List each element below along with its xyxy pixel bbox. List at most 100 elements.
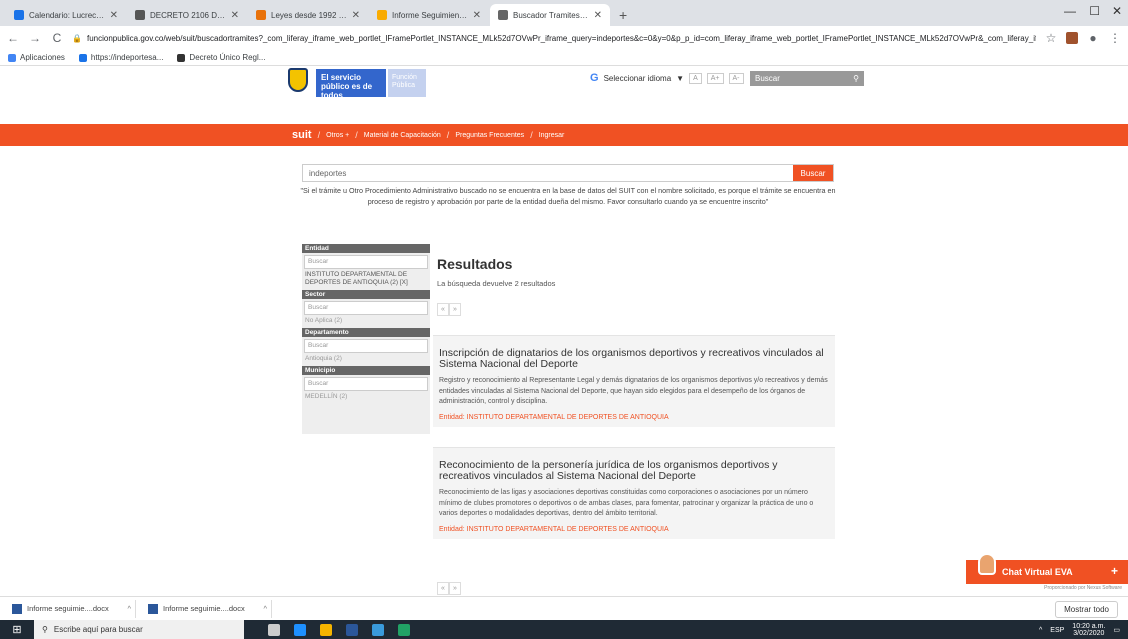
result-title[interactable]: Inscripción de dignatarios de los organi…: [439, 348, 829, 370]
language-selector[interactable]: G Seleccionar idioma ▼ A A+ A-: [590, 72, 744, 84]
google-translate-icon: G: [590, 72, 599, 84]
filter-value[interactable]: Antioquia (2): [302, 354, 430, 366]
clock-time: 10:20 a.m.: [1072, 623, 1106, 630]
nav-item-login[interactable]: Ingresar: [539, 132, 565, 139]
show-all-downloads-button[interactable]: Mostrar todo: [1055, 601, 1118, 618]
download-filename: Informe seguimie....docx: [27, 604, 109, 613]
address-bar-row: ← → C 🔒 funcionpublica.gov.co/web/suit/b…: [0, 26, 1128, 50]
taskbar-app-icon[interactable]: [268, 623, 280, 636]
tab-title: Calendario: Lucrecia Londoño B.: [29, 10, 105, 20]
tab-title: Informe Seguimiento Verificacion: [392, 10, 468, 20]
profile-icon[interactable]: ●: [1086, 31, 1100, 45]
browser-tab[interactable]: Informe Seguimiento Verificacion ✕: [369, 4, 489, 26]
text-size-decrease-button[interactable]: A-: [728, 72, 744, 84]
minimize-icon[interactable]: —: [1064, 4, 1076, 18]
entity-logo-text[interactable]: Función Pública: [388, 69, 426, 97]
chevron-up-icon[interactable]: ^: [127, 604, 131, 613]
notifications-icon[interactable]: ▭: [1113, 626, 1120, 634]
taskbar-app-icon[interactable]: [372, 623, 384, 636]
back-icon[interactable]: ←: [6, 31, 20, 45]
pager-next-button[interactable]: »: [449, 582, 461, 595]
search-icon[interactable]: ⚲: [853, 74, 859, 83]
chat-expand-icon[interactable]: +: [1111, 564, 1118, 578]
bookmarks-bar: Aplicaciones https://indeportesa... Decret…: [0, 50, 1128, 66]
reload-icon[interactable]: C: [50, 31, 64, 45]
extension-icon[interactable]: [1066, 32, 1078, 44]
taskbar-app-icon[interactable]: [320, 623, 332, 636]
pager-bottom: « »: [437, 582, 461, 595]
result-entity[interactable]: Entidad: INSTITUTO DEPARTAMENTAL DE DEPO…: [439, 414, 829, 421]
input-language[interactable]: ESP: [1050, 627, 1064, 634]
clock[interactable]: 10:20 a.m. 3/02/2020: [1072, 623, 1105, 637]
tray-arrow-icon[interactable]: ^: [1039, 627, 1042, 634]
system-tray: ^ ESP 10:20 a.m. 3/02/2020 ▭: [1039, 623, 1120, 637]
menu-icon[interactable]: ⋮: [1108, 31, 1122, 45]
results-title: Resultados: [437, 256, 513, 272]
pager-next-button[interactable]: »: [449, 303, 461, 316]
filter-search-input[interactable]: Buscar: [304, 255, 428, 269]
result-entity[interactable]: Entidad: INSTITUTO DEPARTAMENTAL DE DEPO…: [439, 526, 829, 533]
bookmark-item[interactable]: Decreto Único Regl...: [177, 53, 265, 62]
suit-logo[interactable]: suit: [292, 129, 312, 141]
bookmark-item[interactable]: Aplicaciones: [8, 53, 65, 62]
close-tab-icon[interactable]: ✕: [352, 10, 360, 21]
browser-tab[interactable]: DECRETO 2106 DEL 22 DE NOV ✕: [127, 4, 247, 26]
tab-favicon: [14, 10, 24, 20]
word-doc-icon: [148, 603, 158, 614]
bookmark-icon: [177, 53, 186, 62]
download-item[interactable]: Informe seguimie....docx ^: [8, 599, 136, 618]
nav-item-material[interactable]: Material de Capacitación: [364, 132, 441, 139]
taskbar-search[interactable]: ⚲ Escribe aquí para buscar: [34, 620, 244, 639]
bookmark-star-icon[interactable]: ☆: [1044, 31, 1058, 45]
browser-tab[interactable]: Buscador Tramites SUIT DAFP - F ✕: [490, 4, 610, 26]
close-tab-icon[interactable]: ✕: [594, 10, 602, 21]
chat-powered-by: Proporcionado por Nexus Software: [966, 585, 1128, 595]
site-search-placeholder: Buscar: [755, 74, 780, 83]
filter-search-input[interactable]: Buscar: [304, 339, 428, 353]
result-card: Inscripción de dignatarios de los organi…: [433, 335, 835, 427]
maximize-icon[interactable]: ☐: [1089, 4, 1100, 18]
browser-tab-strip: Calendario: Lucrecia Londoño B. ✕DECRETO…: [0, 0, 1128, 26]
browser-tab[interactable]: Calendario: Lucrecia Londoño B. ✕: [6, 4, 126, 26]
language-dropdown-arrow[interactable]: ▼: [676, 74, 684, 83]
filter-value[interactable]: MEDELLÍN (2): [302, 392, 430, 404]
result-title[interactable]: Reconocimiento de la personería jurídica…: [439, 460, 829, 482]
filter-value[interactable]: No Aplica (2): [302, 316, 430, 328]
windows-start-icon[interactable]: ⊞: [0, 623, 34, 636]
gov-logo-text[interactable]: El servicio público es de todos: [316, 69, 386, 100]
taskbar-search-placeholder: Escribe aquí para buscar: [53, 625, 143, 634]
taskbar-app-icon[interactable]: [294, 623, 306, 636]
filter-value[interactable]: INSTITUTO DEPARTAMENTAL DE DEPORTES DE A…: [302, 270, 430, 290]
nav-item-otros[interactable]: Otros +: [326, 132, 349, 139]
pager-top: « »: [437, 303, 461, 316]
tramite-search-bar: Buscar: [302, 164, 834, 182]
filter-search-input[interactable]: Buscar: [304, 377, 428, 391]
text-size-increase-button[interactable]: A+: [706, 72, 724, 84]
tab-favicon: [135, 10, 145, 20]
forward-icon[interactable]: →: [28, 31, 42, 45]
close-window-icon[interactable]: ✕: [1112, 4, 1122, 18]
close-tab-icon[interactable]: ✕: [473, 10, 481, 21]
chevron-up-icon[interactable]: ^: [263, 604, 267, 613]
tramite-search-input[interactable]: [303, 165, 793, 181]
pager-prev-button[interactable]: «: [437, 582, 449, 595]
new-tab-button[interactable]: +: [611, 7, 635, 26]
close-tab-icon[interactable]: ✕: [110, 10, 118, 21]
text-size-normal-button[interactable]: A: [689, 72, 702, 84]
url-field[interactable]: 🔒 funcionpublica.gov.co/web/suit/buscado…: [72, 29, 1036, 47]
download-item[interactable]: Informe seguimie....docx ^: [144, 599, 272, 618]
result-card: Reconocimiento de la personería jurídica…: [433, 447, 835, 539]
bookmark-item[interactable]: https://indeportesa...: [78, 53, 163, 62]
nav-item-faq[interactable]: Preguntas Frecuentes: [455, 132, 524, 139]
chat-avatar: [978, 553, 996, 575]
taskbar-app-icon[interactable]: [398, 623, 410, 636]
search-button[interactable]: Buscar: [793, 165, 833, 181]
close-tab-icon[interactable]: ✕: [231, 10, 239, 21]
chat-widget[interactable]: Chat Virtual EVA + Proporcionado por Nex…: [966, 553, 1128, 596]
pager-prev-button[interactable]: «: [437, 303, 449, 316]
site-search-input[interactable]: Buscar ⚲: [750, 71, 864, 86]
web-page: El servicio público es de todos Función …: [0, 66, 1128, 596]
taskbar-app-icon[interactable]: [346, 623, 358, 636]
filter-search-input[interactable]: Buscar: [304, 301, 428, 315]
browser-tab[interactable]: Leyes desde 1992 - Vigencia exp ✕: [248, 4, 368, 26]
